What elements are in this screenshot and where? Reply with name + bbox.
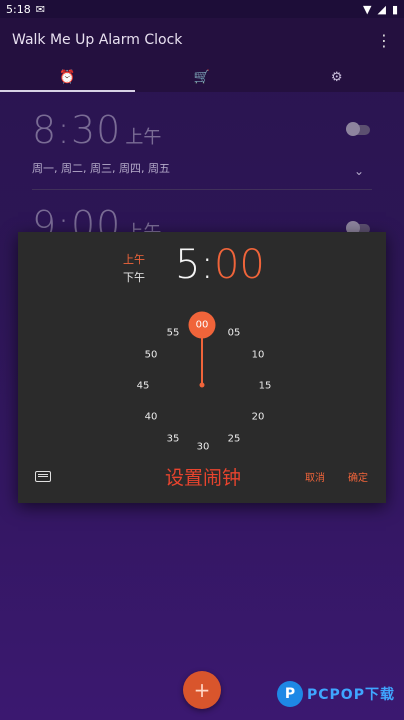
status-bar: 5:18 ✉ ▼ ◢ ▮	[0, 0, 404, 18]
alarm-time: 8:30	[32, 108, 122, 152]
plus-icon: +	[193, 678, 211, 702]
tab-store[interactable]: 🛒	[135, 62, 270, 92]
time-picker-dialog: 上午 下午 5:00 00 05 10 15 20 25 30 35 40 45…	[18, 232, 386, 503]
app-bar: Walk Me Up Alarm Clock ⋮	[0, 18, 404, 62]
minute-45[interactable]: 45	[137, 381, 150, 392]
time-display: 5:00	[175, 242, 265, 288]
set-alarm-title: 设置闹钟	[165, 467, 242, 489]
cancel-button[interactable]: 取消	[305, 469, 325, 484]
add-alarm-button[interactable]: +	[183, 671, 221, 709]
minute-55[interactable]: 55	[167, 328, 180, 339]
minute-40[interactable]: 40	[145, 412, 158, 423]
shopping-cart-icon: 🛒	[193, 69, 211, 85]
selected-minute-marker[interactable]: 00	[188, 311, 216, 339]
divider	[32, 189, 372, 190]
alarm-toggle[interactable]	[346, 122, 370, 136]
app-title: Walk Me Up Alarm Clock	[12, 32, 183, 48]
minute-05[interactable]: 05	[228, 328, 241, 339]
ampm-selector: 上午 下午	[123, 251, 145, 287]
status-icons: ▼ ◢ ▮	[363, 3, 398, 16]
gmail-notification-icon: ✉	[35, 2, 45, 16]
alarm-clock-icon: ⏰	[59, 69, 76, 85]
time-separator: :	[200, 242, 214, 288]
chevron-down-icon[interactable]: ⌄	[354, 164, 364, 178]
minute-50[interactable]: 50	[145, 350, 158, 361]
alarm-days: 周一, 周二, 周三, 周四, 周五	[32, 162, 170, 175]
wifi-icon: ▼	[363, 2, 372, 16]
minute-30[interactable]: 30	[197, 442, 210, 453]
ok-button[interactable]: 确定	[348, 469, 368, 484]
minute-25[interactable]: 25	[228, 434, 241, 445]
minute-10[interactable]: 10	[252, 350, 265, 361]
pm-option[interactable]: 下午	[123, 269, 145, 287]
clock-center	[199, 382, 205, 388]
minute-clock-face[interactable]: 00 05 10 15 20 25 30 35 40 45 50 55	[122, 311, 282, 453]
settings-gear-icon: ⚙	[330, 69, 343, 85]
signal-icon: ◢	[377, 2, 386, 16]
hour-value[interactable]: 5	[175, 242, 200, 288]
minute-35[interactable]: 35	[167, 434, 180, 445]
minute-value[interactable]: 00	[214, 242, 265, 288]
dialog-actions: 设置闹钟 取消 确定	[18, 463, 386, 491]
pcpop-logo-icon: P	[277, 681, 303, 707]
minute-20[interactable]: 20	[252, 412, 265, 423]
tab-bar: ⏰ 🛒 ⚙	[0, 62, 404, 92]
keyboard-icon[interactable]	[35, 471, 51, 482]
status-time: 5:18	[6, 2, 31, 16]
battery-icon: ▮	[391, 2, 398, 16]
selected-minute-label: 00	[195, 319, 209, 331]
tab-settings[interactable]: ⚙	[269, 62, 404, 92]
logo-letter: P	[284, 686, 296, 702]
tab-alarms[interactable]: ⏰	[0, 62, 135, 92]
watermark: P PCPOP下载	[277, 681, 395, 707]
alarm-ampm: 上午	[125, 127, 162, 148]
more-vert-icon[interactable]: ⋮	[376, 31, 392, 50]
minute-15[interactable]: 15	[259, 381, 272, 392]
alarm-item[interactable]: 8:30 上午 周一, 周二, 周三, 周四, 周五 ⌄	[32, 108, 372, 178]
am-option[interactable]: 上午	[123, 251, 145, 269]
watermark-text: PCPOP下载	[307, 687, 395, 703]
